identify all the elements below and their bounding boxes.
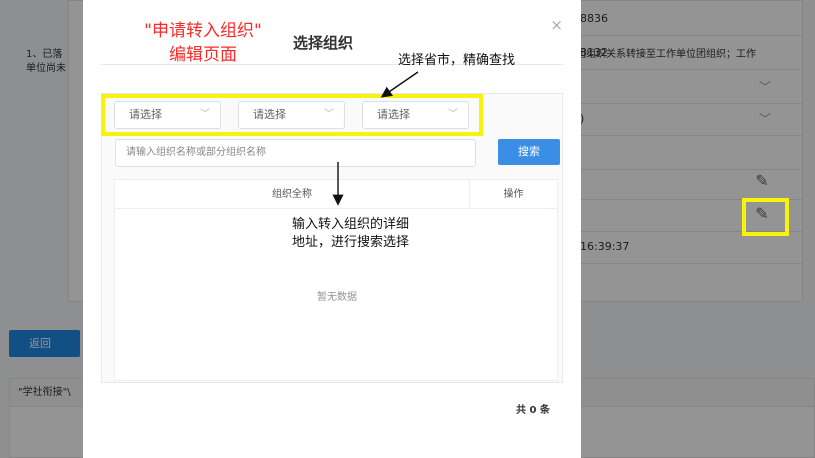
- organization-search-input[interactable]: 请输入组织名称或部分组织名称: [115, 139, 476, 167]
- highlight-box-selects: [101, 94, 483, 136]
- annotation-red-title: "申请转入组织": [144, 21, 262, 41]
- search-placeholder: 请输入组织名称或部分组织名称: [126, 147, 266, 158]
- highlight-box-edit: [742, 198, 789, 236]
- annotation-province-note: 选择省市，精确查找: [398, 53, 516, 68]
- annotation-detail-note-line1: 输入转入组织的详细: [292, 217, 410, 232]
- dialog-title: 选择组织: [293, 34, 354, 52]
- column-header-action: 操作: [470, 180, 557, 209]
- organization-table: 组织全称 操作 暂无数据: [114, 179, 558, 381]
- column-header-name: 组织全称: [115, 180, 470, 209]
- annotation-red-subtitle: 编辑页面: [169, 45, 237, 65]
- pagination-total: 共 0 条: [516, 405, 550, 416]
- annotation-detail-note-line2: 地址，进行搜索选择: [292, 235, 410, 250]
- empty-state-text: 暂无数据: [317, 292, 357, 303]
- close-icon[interactable]: ×: [550, 16, 563, 34]
- search-button[interactable]: 搜索: [498, 139, 560, 165]
